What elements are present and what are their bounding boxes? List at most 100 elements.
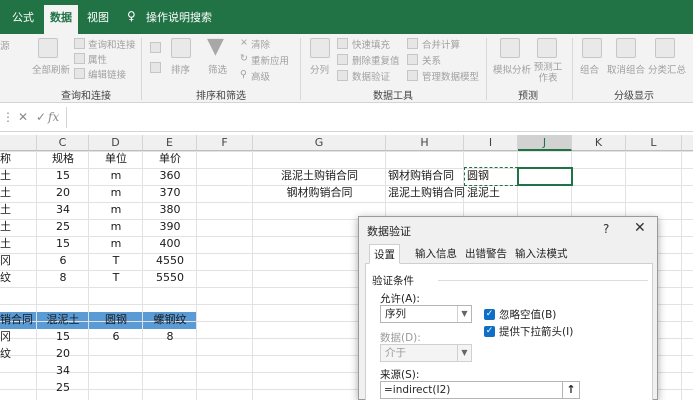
cell-b5[interactable]: 土	[0, 218, 11, 236]
cell-d7[interactable]: T	[89, 252, 143, 270]
tab-input-message[interactable]: 输入信息	[411, 244, 461, 264]
cell-lower[interactable]: 15	[37, 396, 89, 400]
advanced-button[interactable]: 高级	[251, 69, 270, 83]
cell-d5[interactable]: m	[89, 218, 143, 236]
column-header[interactable]: F	[197, 135, 253, 151]
cell-e5[interactable]: 390	[143, 218, 197, 236]
enter-icon[interactable]: ✓	[36, 110, 46, 124]
cell-d2[interactable]: m	[89, 167, 143, 185]
group-button[interactable]: 组合	[580, 62, 599, 76]
filter-button[interactable]: 筛选	[208, 62, 227, 76]
cell-h3[interactable]: 混泥土购销合同	[388, 184, 465, 202]
get-data-button[interactable]: 源	[0, 38, 10, 52]
cell-i3[interactable]: 混泥土	[467, 184, 500, 202]
data-validation-button[interactable]: 数据验证	[352, 69, 390, 83]
flash-fill-button[interactable]: 快速填充	[352, 37, 390, 51]
edit-links-button[interactable]: 编辑链接	[88, 67, 126, 81]
cell-lower[interactable]: 25	[37, 379, 89, 397]
cell-d4[interactable]: m	[89, 201, 143, 219]
cell-h2[interactable]: 钢材购销合同	[388, 167, 454, 185]
remove-duplicates-button[interactable]: 删除重复值	[352, 53, 400, 67]
cell-b3[interactable]: 土	[0, 184, 11, 202]
in-cell-dropdown-checkbox[interactable]: ✓	[484, 326, 495, 337]
cell-lower[interactable]: 6	[89, 328, 143, 346]
cell-e1[interactable]: 单价	[143, 150, 197, 168]
cancel-icon[interactable]: ✕	[18, 110, 28, 124]
cell-b8[interactable]: 纹	[0, 269, 11, 287]
cell-b7[interactable]: 冈	[0, 252, 11, 270]
cell-b6[interactable]: 土	[0, 235, 11, 253]
column-header[interactable]: C	[37, 135, 89, 151]
cell-lower[interactable]: 冈	[0, 328, 11, 346]
column-header[interactable]: K	[572, 135, 626, 151]
sort-desc-icon[interactable]	[150, 62, 161, 73]
close-icon[interactable]: ✕	[634, 220, 646, 236]
cell-b1[interactable]: 称	[0, 150, 11, 168]
help-icon[interactable]: ?	[603, 222, 609, 236]
cell-e8[interactable]: 5550	[143, 269, 197, 287]
column-header-b[interactable]	[0, 135, 37, 151]
properties-button[interactable]: 属性	[88, 52, 107, 66]
cell-e2[interactable]: 360	[143, 167, 197, 185]
subtotal-button[interactable]: 分类汇总	[648, 62, 686, 76]
ungroup-button[interactable]: 取消组合	[607, 62, 645, 76]
cell-d-lower-header[interactable]: 圆钢	[89, 311, 143, 329]
cell-e3[interactable]: 370	[143, 184, 197, 202]
tab-view[interactable]: 视图	[87, 9, 109, 25]
column-header[interactable]: I	[464, 135, 518, 151]
cell-c6[interactable]: 15	[37, 235, 89, 253]
allow-select[interactable]: 序列 ▼	[380, 305, 472, 323]
column-header[interactable]: H	[386, 135, 464, 151]
cell-g2[interactable]: 混泥土购销合同	[253, 167, 386, 185]
tell-me-search[interactable]: 操作说明搜索	[146, 9, 212, 25]
cell-c1[interactable]: 规格	[37, 150, 89, 168]
cell-e4[interactable]: 380	[143, 201, 197, 219]
column-header-selected[interactable]: J	[518, 135, 572, 151]
cell-c-lower-header[interactable]: 混泥土	[37, 311, 89, 329]
column-header[interactable]: D	[89, 135, 143, 151]
tab-error-alert[interactable]: 出错警告	[461, 244, 511, 264]
cell-g3[interactable]: 钢材购销合同	[253, 184, 386, 202]
text-to-columns-button[interactable]: 分列	[310, 62, 329, 76]
cell-e-lower-header[interactable]: 螺钢纹	[143, 311, 197, 329]
cell-lower[interactable]: 8	[143, 328, 197, 346]
cell-d1[interactable]: 单位	[89, 150, 143, 168]
forecast-sheet-button[interactable]: 预测工作表	[533, 62, 563, 84]
cell-lower[interactable]: 34	[37, 362, 89, 380]
cell-d6[interactable]: m	[89, 235, 143, 253]
tab-formulas[interactable]: 公式	[12, 9, 34, 25]
cell-c5[interactable]: 25	[37, 218, 89, 236]
cell-lower[interactable]: 纹	[0, 345, 11, 363]
cell-c4[interactable]: 34	[37, 201, 89, 219]
tab-data[interactable]: 数据	[44, 5, 78, 34]
column-header[interactable]: G	[253, 135, 386, 151]
cell-c7[interactable]: 6	[37, 252, 89, 270]
consolidate-button[interactable]: 合并计算	[422, 37, 460, 51]
clear-button[interactable]: 清除	[251, 37, 270, 51]
column-header[interactable]	[682, 135, 693, 151]
column-header[interactable]: E	[143, 135, 197, 151]
sort-button[interactable]: 排序	[171, 62, 190, 76]
cell-c2[interactable]: 15	[37, 167, 89, 185]
cell-lower[interactable]: 20	[37, 345, 89, 363]
sort-asc-icon[interactable]	[150, 42, 161, 53]
cell-i2[interactable]: 圆钢	[467, 167, 489, 185]
cell-c8[interactable]: 8	[37, 269, 89, 287]
relationships-button[interactable]: 关系	[422, 53, 441, 67]
active-cell-j2[interactable]	[517, 167, 573, 186]
cell-e6[interactable]: 400	[143, 235, 197, 253]
cell-lower[interactable]: 15	[37, 328, 89, 346]
collapse-dialog-icon[interactable]: ↑	[562, 381, 580, 399]
cell-c3[interactable]: 20	[37, 184, 89, 202]
tab-ime-mode[interactable]: 输入法模式	[511, 244, 572, 264]
name-box-dropdown-icon[interactable]: ⋮	[2, 110, 14, 124]
queries-connections-button[interactable]: 查询和连接	[88, 37, 136, 51]
column-header[interactable]: L	[626, 135, 682, 151]
reapply-button[interactable]: 重新应用	[251, 53, 289, 67]
cell-e7[interactable]: 4550	[143, 252, 197, 270]
cell-d8[interactable]: T	[89, 269, 143, 287]
ignore-blank-checkbox[interactable]: ✓	[484, 309, 495, 320]
tab-settings[interactable]: 设置	[369, 244, 400, 264]
cell-b-lower-header[interactable]: 销合同	[0, 311, 33, 329]
what-if-button[interactable]: 模拟分析	[493, 62, 531, 76]
